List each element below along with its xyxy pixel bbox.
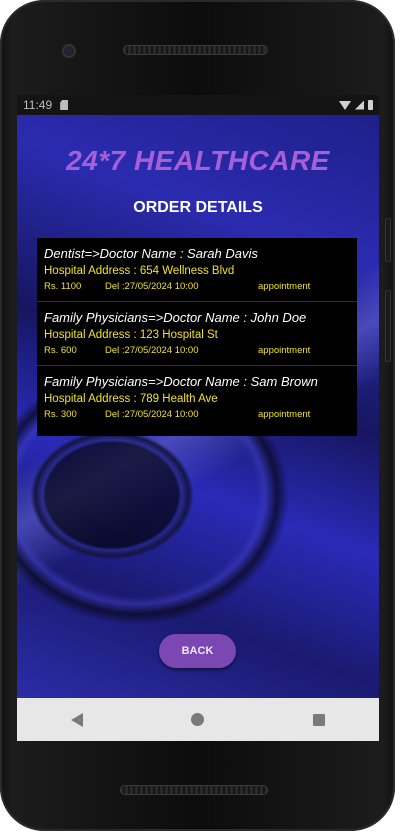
volume-button <box>385 218 391 262</box>
order-price: Rs. 1100 <box>44 281 82 292</box>
signal-icon <box>355 100 364 110</box>
nav-back-icon[interactable] <box>71 712 84 727</box>
order-doctor: Family Physicians=>Doctor Name : Sam Bro… <box>44 374 318 389</box>
order-meta: Rs. 1100 Del :27/05/2024 10:00 appointme… <box>44 281 357 293</box>
order-type: appointment <box>258 345 311 356</box>
status-bar: 11:49 <box>17 95 379 115</box>
page-title: ORDER DETAILS <box>133 199 263 216</box>
app-content: 24*7 HEALTHCARE ORDER DETAILS Dentist=>D… <box>17 115 379 698</box>
system-nav-bar <box>17 698 379 741</box>
app-title: 24*7 HEALTHCARE <box>66 145 330 176</box>
sd-card-icon <box>60 100 69 110</box>
order-address: Hospital Address : 789 Health Ave <box>44 393 218 405</box>
list-item[interactable]: Dentist=>Doctor Name : Sarah Davis Hospi… <box>37 238 357 302</box>
order-doctor: Dentist=>Doctor Name : Sarah Davis <box>44 246 258 261</box>
back-button[interactable]: BACK <box>159 634 236 668</box>
bottom-speaker <box>120 785 268 795</box>
order-type: appointment <box>258 409 311 420</box>
order-delivery: Del :27/05/2024 10:00 <box>105 281 199 292</box>
screen: 11:49 24*7 HEALTHCARE ORDER DETAILS Dent… <box>17 95 379 741</box>
wifi-icon <box>339 100 351 110</box>
phone-frame: 11:49 24*7 HEALTHCARE ORDER DETAILS Dent… <box>0 0 395 831</box>
front-camera-icon <box>62 44 76 58</box>
order-address: Hospital Address : 123 Hospital St <box>44 329 218 341</box>
order-price: Rs. 600 <box>44 345 77 356</box>
order-doctor: Family Physicians=>Doctor Name : John Do… <box>44 310 307 325</box>
battery-icon <box>368 100 373 110</box>
order-meta: Rs. 600 Del :27/05/2024 10:00 appointmen… <box>44 345 357 357</box>
power-button <box>385 290 391 362</box>
list-item[interactable]: Family Physicians=>Doctor Name : Sam Bro… <box>37 366 357 436</box>
nav-home-icon[interactable] <box>191 713 205 726</box>
order-price: Rs. 300 <box>44 409 77 420</box>
list-item[interactable]: Family Physicians=>Doctor Name : John Do… <box>37 302 357 366</box>
status-time: 11:49 <box>23 98 53 112</box>
top-speaker <box>123 45 268 55</box>
order-address: Hospital Address : 654 Wellness Blvd <box>44 265 235 277</box>
order-delivery: Del :27/05/2024 10:00 <box>105 409 199 420</box>
order-delivery: Del :27/05/2024 10:00 <box>105 345 199 356</box>
order-list[interactable]: Dentist=>Doctor Name : Sarah Davis Hospi… <box>37 238 357 436</box>
nav-recent-icon[interactable] <box>312 713 325 726</box>
order-type: appointment <box>258 281 311 292</box>
order-meta: Rs. 300 Del :27/05/2024 10:00 appointmen… <box>44 409 357 421</box>
